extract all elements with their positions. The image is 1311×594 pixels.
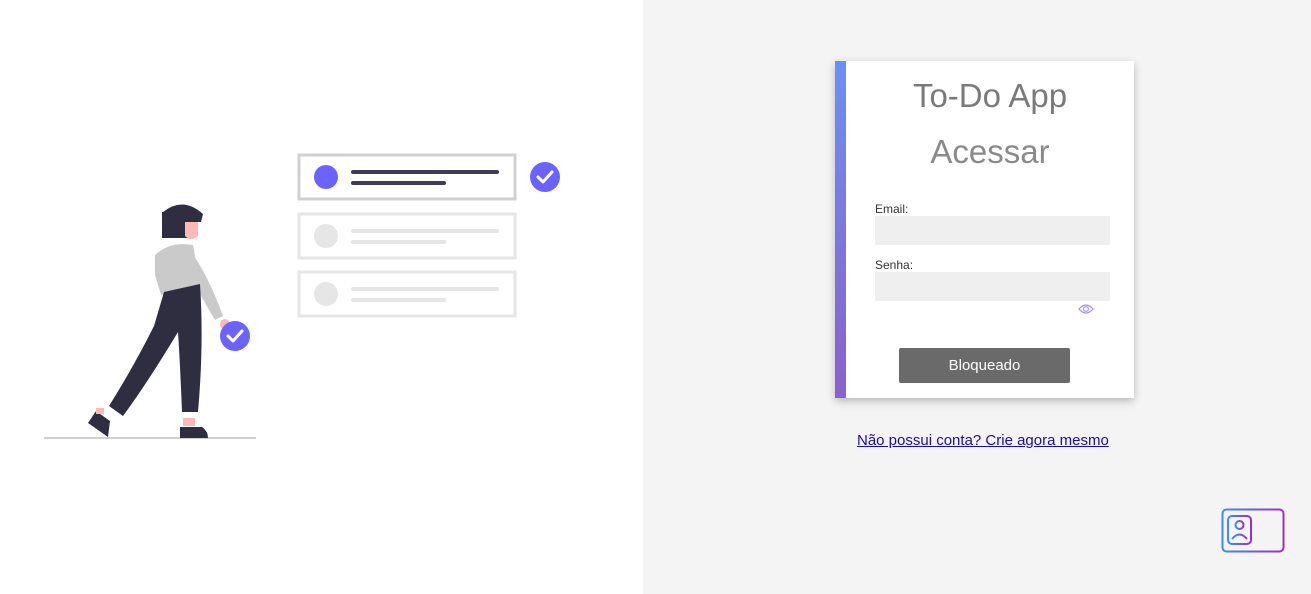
login-card: To-Do App Acessar Email: Senha: Bloquead…: [835, 61, 1134, 398]
check-circle-icon: [530, 162, 560, 192]
email-field[interactable]: [875, 216, 1110, 245]
id-card-icon[interactable]: [1221, 508, 1285, 553]
password-field[interactable]: [875, 272, 1110, 301]
card-accent-bar: [835, 61, 846, 398]
eye-icon[interactable]: [1078, 303, 1094, 315]
page-subtitle: Acessar: [930, 133, 1050, 170]
illustration-pane: [0, 0, 643, 594]
app-title: To-Do App: [912, 77, 1068, 114]
password-label: Senha:: [875, 258, 914, 272]
signup-link[interactable]: Não possui conta? Crie agora mesmo: [857, 432, 1109, 449]
person-figure: [88, 204, 230, 438]
task-card-active: [297, 153, 517, 201]
todo-illustration: [44, 153, 560, 439]
task-card: [297, 212, 517, 260]
check-circle-icon: [220, 321, 250, 351]
email-label: Email:: [875, 202, 909, 216]
login-pane: To-Do App Acessar Email: Senha: Bloquead…: [643, 0, 1311, 594]
task-card: [297, 270, 517, 318]
submit-button[interactable]: Bloqueado: [899, 348, 1070, 383]
